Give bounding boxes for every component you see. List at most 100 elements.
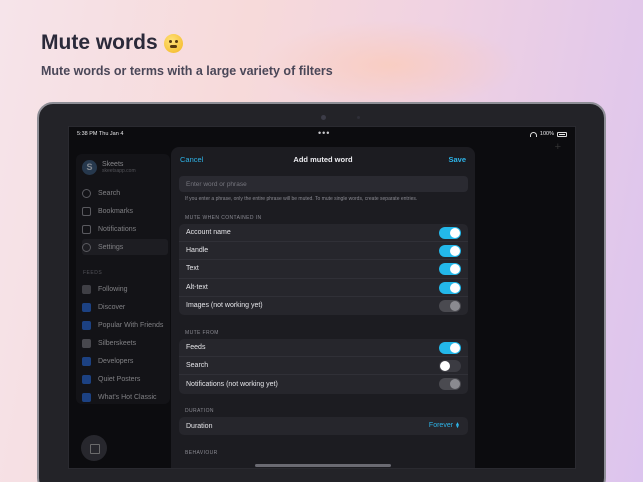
feed-icon [82, 374, 91, 384]
word-input[interactable] [179, 176, 468, 192]
feed-icon [82, 356, 91, 366]
feed-label: Quiet Posters [98, 375, 141, 383]
add-icon[interactable]: + [555, 141, 561, 153]
bookmark-icon [82, 206, 91, 216]
mute-from-group: Feeds Search Notifications (not working … [179, 339, 468, 394]
text-toggle[interactable] [439, 263, 461, 276]
feed-label: Discover [98, 303, 126, 311]
row-label: Feeds [186, 344, 206, 352]
alt-text-toggle[interactable] [439, 281, 461, 294]
row-images: Images (not working yet) [179, 297, 468, 315]
toggle-knob [450, 300, 460, 311]
multitasking-dots-icon[interactable]: ••• [318, 128, 330, 138]
chevron-up-down-icon: ▲ ▼ [455, 420, 460, 430]
sidebar-item-settings[interactable]: Settings [82, 239, 168, 255]
feed-icon [82, 392, 91, 402]
toggle-knob [450, 282, 460, 293]
contained-section-label: MUTE WHEN CONTAINED IN [185, 215, 262, 221]
mute-from-section-label: MUTE FROM [185, 330, 219, 336]
ipad-frame: 5:38 PM Thu Jan 4 ••• 100% + S Skeets sk… [37, 102, 606, 482]
profile-handle: skeetsapp.com [102, 168, 136, 174]
sheet-header: Cancel Add muted word Save [171, 147, 475, 171]
feed-icon [82, 320, 91, 330]
row-duration[interactable]: Duration Forever ▲ ▼ [179, 417, 468, 435]
row-feeds: Feeds [179, 339, 468, 358]
home-icon [82, 284, 91, 294]
row-label: Account name [186, 229, 231, 237]
feed-whats-hot-classic[interactable]: What's Hot Classic [82, 389, 168, 405]
app-screen: 5:38 PM Thu Jan 4 ••• 100% + S Skeets sk… [68, 126, 576, 469]
compose-button[interactable] [81, 435, 107, 461]
feed-following[interactable]: Following [82, 281, 168, 297]
promo-title: Mute words [41, 31, 183, 55]
sidebar-item-search[interactable]: Search [82, 185, 168, 201]
sidebar-item-label: Search [98, 189, 121, 197]
duration-picker[interactable]: Forever ▲ ▼ [428, 420, 460, 430]
row-label: Images (not working yet) [186, 302, 263, 310]
feed-quiet-posters[interactable]: Quiet Posters [82, 371, 168, 387]
duration-group: Duration Forever ▲ ▼ [179, 417, 468, 436]
row-account-name: Account name [179, 224, 468, 243]
status-indicators: 100% [529, 131, 567, 137]
toggle-knob [450, 246, 460, 257]
notifications-toggle [439, 378, 461, 391]
toggle-knob [440, 361, 450, 372]
feeds-toggle[interactable] [439, 342, 461, 354]
row-label: Duration [186, 422, 213, 430]
shushing-face-icon [163, 33, 183, 53]
wifi-icon [529, 131, 537, 137]
search-toggle[interactable] [439, 360, 461, 373]
toggle-knob [450, 379, 460, 390]
row-text: Text [179, 260, 468, 279]
feed-label: Following [98, 285, 128, 293]
sidebar: S Skeets skeetsapp.com Search Bookmarks … [76, 154, 170, 404]
row-search: Search [179, 357, 468, 376]
sidebar-item-bookmarks[interactable]: Bookmarks [82, 203, 168, 219]
toggle-knob [450, 264, 460, 275]
profile-name: Skeets [102, 161, 124, 168]
account-name-toggle[interactable] [439, 227, 461, 239]
camera-icon [321, 115, 326, 120]
feed-developers[interactable]: Developers [82, 353, 168, 369]
sheet-title: Add muted word [293, 155, 353, 164]
add-muted-word-sheet: Cancel Add muted word Save If you enter … [171, 147, 475, 468]
sidebar-item-label: Notifications [98, 225, 137, 233]
toggle-knob [450, 228, 460, 238]
duration-section-label: DURATION [185, 408, 214, 414]
feed-silberskeets[interactable]: Silberskeets [82, 335, 168, 351]
sensor-icon [357, 116, 360, 119]
feed-label: Popular With Friends [98, 321, 164, 329]
battery-percent: 100% [539, 131, 554, 137]
save-button[interactable]: Save [448, 155, 466, 164]
battery-icon [557, 131, 567, 137]
input-hint: If you enter a phrase, only the entire p… [185, 196, 418, 202]
status-time: 5:38 PM Thu Jan 4 [77, 131, 124, 137]
status-bar: 5:38 PM Thu Jan 4 ••• 100% [69, 127, 575, 141]
row-handle: Handle [179, 242, 468, 261]
row-label: Alt-text [186, 283, 208, 291]
feed-icon [82, 338, 91, 348]
handle-toggle[interactable] [439, 245, 461, 258]
feed-popular-with-friends[interactable]: Popular With Friends [82, 317, 168, 333]
feeds-section-label: FEEDS [83, 270, 103, 276]
search-icon [82, 188, 91, 198]
images-toggle [439, 299, 461, 312]
bell-icon [82, 224, 91, 234]
feed-discover[interactable]: Discover [82, 299, 168, 315]
feed-icon [82, 302, 91, 312]
row-label: Search [186, 362, 209, 370]
toggle-knob [450, 343, 460, 353]
row-label: Text [186, 265, 199, 273]
gear-icon [82, 242, 91, 252]
duration-value: Forever [428, 422, 454, 429]
feed-label: What's Hot Classic [98, 393, 157, 401]
feed-label: Developers [98, 357, 134, 365]
sidebar-item-notifications[interactable]: Notifications [82, 221, 168, 237]
behaviour-section-label: BEHAVIOUR [185, 450, 218, 456]
profile[interactable]: S Skeets skeetsapp.com [82, 160, 136, 175]
row-alt-text: Alt-text [179, 279, 468, 297]
feed-label: Silberskeets [98, 339, 137, 347]
promo-subtitle: Mute words or terms with a large variety… [41, 64, 333, 78]
row-label: Handle [186, 247, 209, 255]
contained-group: Account name Handle Text Alt-text Images… [179, 224, 468, 315]
